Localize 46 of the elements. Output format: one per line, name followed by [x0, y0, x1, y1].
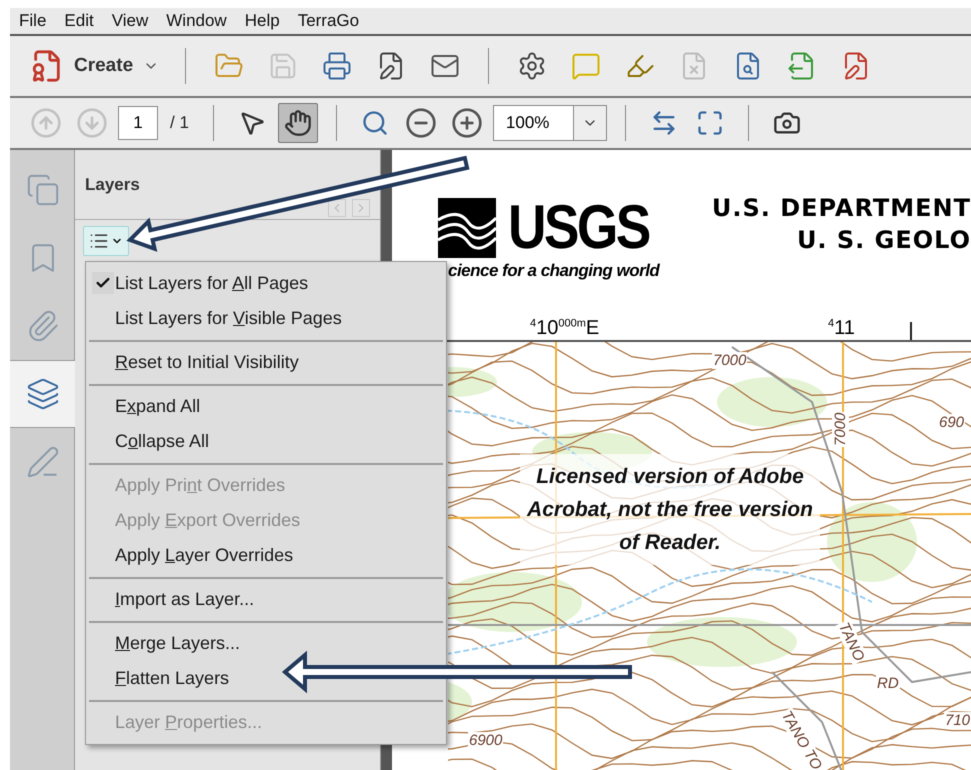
signature-pen-icon [26, 445, 60, 479]
zoom-dropdown-button[interactable] [572, 105, 607, 141]
grid-label: $^{4}$10$^{000m}$E [530, 317, 600, 340]
menu-option[interactable]: Expand All [89, 389, 443, 424]
menu-item[interactable]: Edit [55, 11, 103, 31]
panel-title: Layers [85, 174, 140, 194]
menu-option[interactable]: Apply Layer Overrides [89, 538, 443, 573]
menu-item[interactable]: File [10, 11, 56, 31]
speech-bubble-icon [571, 51, 602, 81]
caption-text: Licensed version of Adobe Acrobat, not the free version of Reader. [520, 454, 820, 565]
wave-logo-icon [438, 198, 496, 258]
layers-icon [26, 377, 60, 411]
menu-option[interactable]: List Layers for Visible Pages [89, 301, 443, 336]
printer-icon [322, 51, 352, 81]
options-button[interactable] [83, 226, 129, 256]
zoom-field[interactable]: 100% [492, 105, 573, 141]
menu-item[interactable]: Help [236, 11, 289, 31]
menu-option[interactable]: Collapse All [89, 424, 443, 459]
menu-item[interactable]: View [102, 11, 158, 31]
menu-option[interactable]: Import as Layer... [89, 582, 443, 617]
minus-icon [404, 107, 437, 139]
fit-page-icon [696, 109, 724, 137]
page-number-field[interactable]: 1 [118, 106, 158, 140]
navigation-tab[interactable] [10, 360, 76, 428]
menu-option[interactable]: List Layers for All Pages [89, 266, 443, 301]
create-button[interactable]: Create [24, 44, 166, 88]
grid-label: $^{4}$11 [828, 317, 855, 340]
hand-icon [284, 109, 312, 137]
menu-option[interactable]: Merge Layers... [89, 626, 443, 661]
magnifier-icon [360, 109, 389, 137]
menu-option[interactable]: Reset to Initial Visibility [89, 345, 443, 380]
menu-option[interactable]: Flatten Layers [89, 661, 443, 696]
document-heading: U. S. GEOLO [796, 226, 971, 254]
page-total: / 1 [170, 113, 189, 133]
menu-item[interactable]: TerraGo [288, 11, 368, 31]
hand-tool-button[interactable] [278, 103, 318, 143]
menu-item[interactable]: Window [157, 11, 236, 31]
document-heading: U.S. DEPARTMENT [712, 194, 971, 222]
tagline: cience for a changing world [448, 261, 660, 281]
plus-icon [450, 107, 483, 139]
pages-icon [26, 173, 60, 207]
map-label: 7000 [712, 352, 748, 369]
map-label: 7000 [832, 412, 849, 447]
map-label: 6900 [468, 732, 504, 749]
collapse-button[interactable] [328, 199, 346, 217]
logo-text: USGS [508, 197, 650, 259]
